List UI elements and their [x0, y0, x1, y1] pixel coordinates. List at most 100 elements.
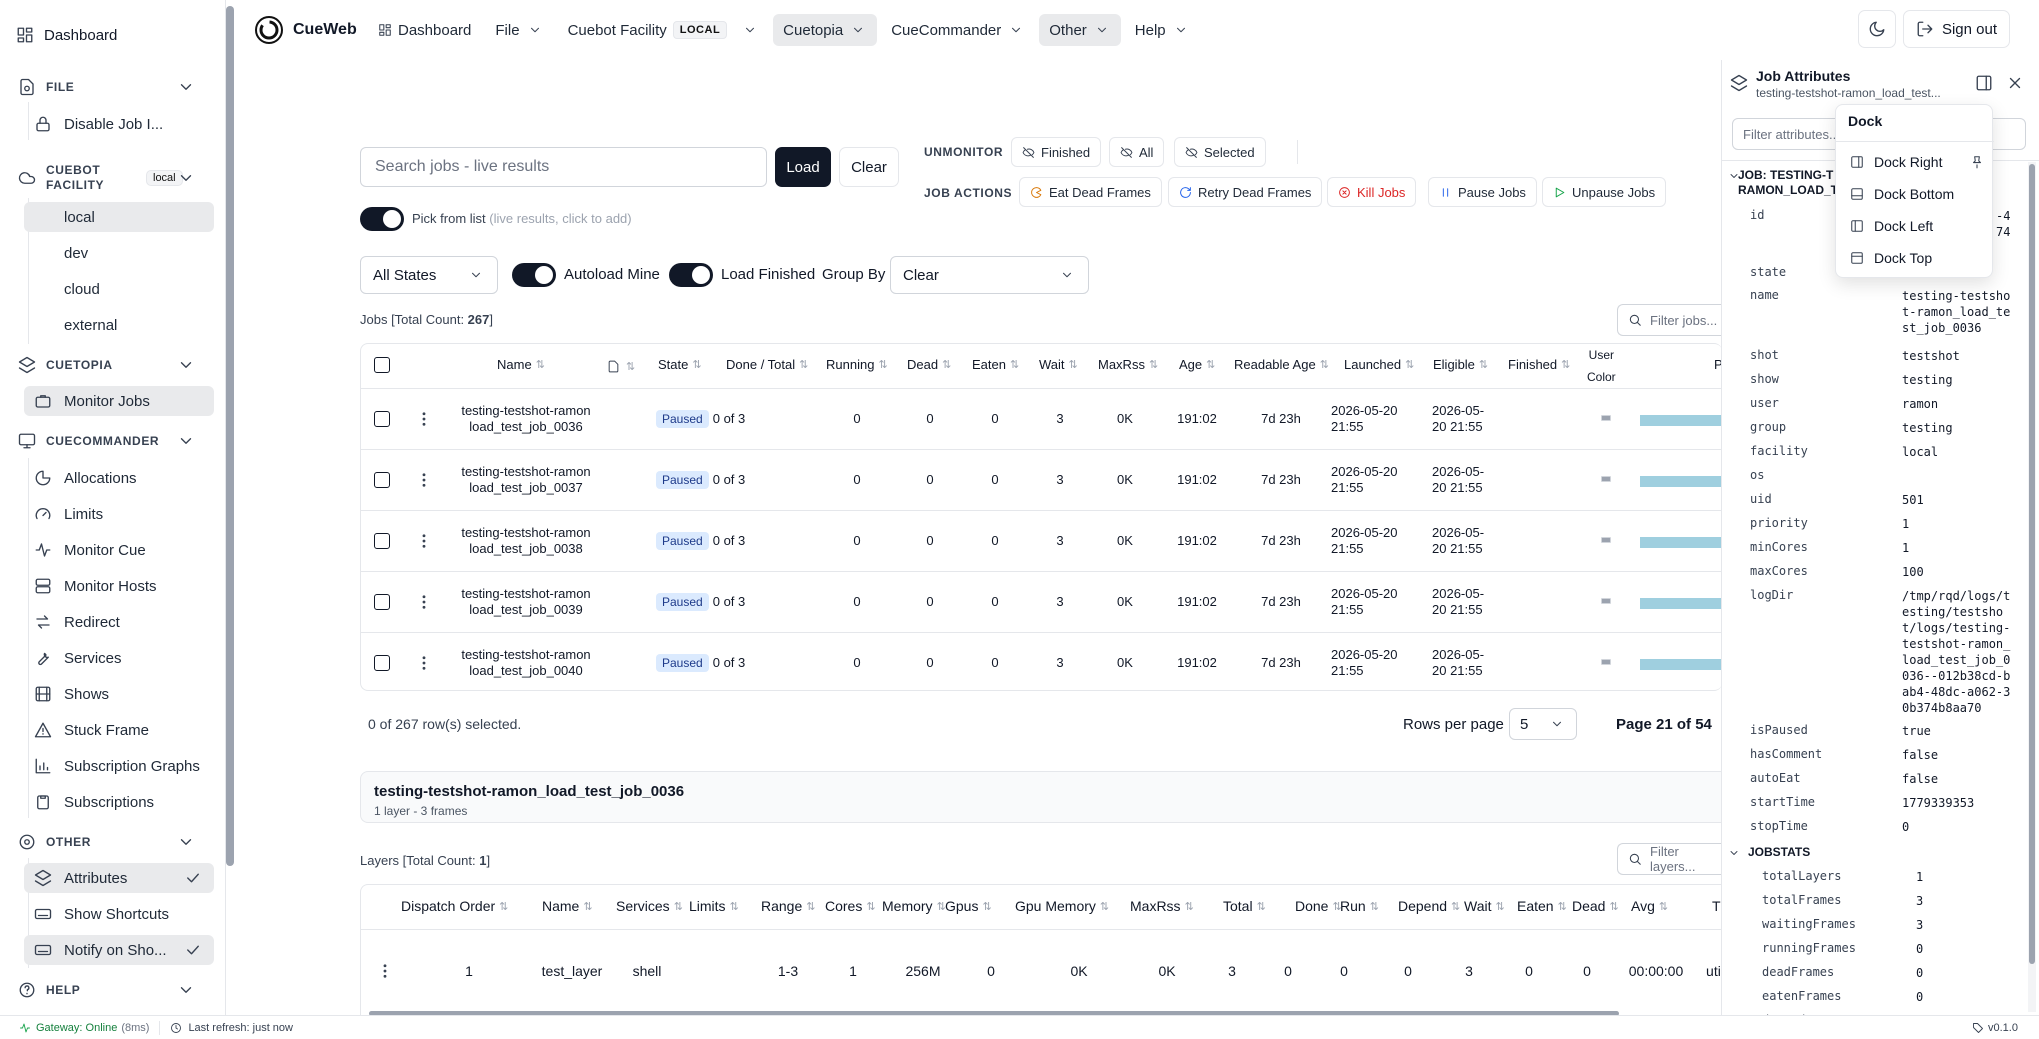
select-all-checkbox[interactable] [374, 357, 390, 373]
theme-toggle-button[interactable] [1858, 10, 1896, 48]
section-cuetopia[interactable]: CUETOPIA [18, 353, 203, 377]
load-finished-toggle[interactable] [669, 263, 713, 287]
sidebar-item-redirect[interactable]: Redirect [24, 607, 214, 637]
col-wait[interactable]: Wait ⇅ [1039, 357, 1078, 372]
unmonitor-selected-button[interactable]: Selected [1174, 137, 1266, 167]
table-row[interactable]: testing-testshot-ramon load_test_job_0040… [361, 633, 1722, 690]
layer-col-header[interactable]: Range ⇅ [761, 898, 815, 914]
col-launched[interactable]: Launched ⇅ [1344, 357, 1414, 372]
layer-col-header[interactable]: Dead ⇅ [1572, 898, 1619, 914]
layer-col-header[interactable]: Gpu Memory ⇅ [1015, 898, 1109, 914]
sidebar-item-notify[interactable]: Notify on Sho... [24, 935, 214, 965]
rows-per-page-select[interactable]: 5 [1509, 708, 1577, 740]
eat-dead-frames-button[interactable]: Eat Dead Frames [1019, 177, 1162, 207]
section-other[interactable]: OTHER [18, 830, 203, 854]
sidebar-facility-dev[interactable]: dev [24, 238, 214, 268]
nav-cuebot-facility[interactable]: Cuebot Facility LOCAL [558, 14, 770, 46]
retry-dead-frames-button[interactable]: Retry Dead Frames [1168, 177, 1323, 207]
table-row[interactable]: testing-testshot-ramon load_test_job_0039… [361, 572, 1722, 633]
col-dead[interactable]: Dead ⇅ [907, 357, 951, 372]
pick-from-list-toggle[interactable] [360, 207, 404, 231]
table-row[interactable]: testing-testshot-ramon load_test_job_0036… [361, 389, 1722, 450]
chevron-down-icon[interactable] [1728, 847, 1740, 859]
job-search-input[interactable]: Search jobs - live results [360, 147, 767, 187]
nav-help[interactable]: Help [1125, 14, 1200, 46]
section-file[interactable]: FILE [18, 75, 203, 99]
row-menu-icon[interactable] [415, 593, 433, 611]
sidebar-dashboard[interactable]: Dashboard [16, 21, 117, 49]
col-done-total[interactable]: Done / Total ⇅ [726, 357, 808, 372]
col-state[interactable]: State ⇅ [658, 357, 702, 372]
sidebar-item-shows[interactable]: Shows [24, 679, 214, 709]
layer-col-header[interactable]: Cores ⇅ [825, 898, 876, 914]
unpause-jobs-button[interactable]: Unpause Jobs [1542, 177, 1667, 207]
col-eaten[interactable]: Eaten ⇅ [972, 357, 1019, 372]
row-checkbox[interactable] [374, 533, 390, 549]
state-filter-select[interactable]: All States [360, 256, 498, 294]
sidebar-item-allocations[interactable]: Allocations [24, 463, 214, 493]
layer-col-header[interactable]: Dispatch Order ⇅ [401, 898, 508, 914]
sidebar-item-subscriptions[interactable]: Subscriptions [24, 787, 214, 817]
layer-col-header[interactable]: Avg ⇅ [1631, 898, 1668, 914]
col-readable-age[interactable]: Readable Age ⇅ [1234, 357, 1329, 372]
pause-jobs-button[interactable]: Pause Jobs [1428, 177, 1537, 207]
row-menu-icon[interactable] [376, 962, 394, 980]
col-user-color[interactable]: User Color [1587, 348, 1616, 384]
layer-col-header[interactable]: Wait ⇅ [1464, 898, 1505, 914]
row-menu-icon[interactable] [415, 471, 433, 489]
panel-scrollbar[interactable] [2029, 164, 2035, 964]
dock-bottom-item[interactable]: Dock Bottom [1842, 180, 1988, 208]
load-button[interactable]: Load [775, 147, 831, 187]
sidebar-scrollbar[interactable] [226, 6, 234, 866]
row-checkbox[interactable] [374, 472, 390, 488]
sidebar-facility-local[interactable]: local [24, 202, 214, 232]
row-checkbox[interactable] [374, 411, 390, 427]
sidebar-item-monitor-cue[interactable]: Monitor Cue [24, 535, 214, 565]
nav-other[interactable]: Other [1039, 14, 1121, 46]
filter-layers-input[interactable]: Filter layers... [1617, 843, 1721, 875]
col-name[interactable]: Name ⇅ [497, 357, 545, 372]
layer-col-header[interactable]: Memory ⇅ [882, 898, 946, 914]
col-finished[interactable]: Finished ⇅ [1508, 357, 1570, 372]
kill-jobs-button[interactable]: Kill Jobs [1327, 177, 1417, 207]
table-row[interactable]: testing-testshot-ramon load_test_job_0038… [361, 511, 1722, 572]
panel-dock-icon[interactable] [1975, 74, 1993, 92]
sidebar-item-show-shortcuts[interactable]: Show Shortcuts [24, 899, 214, 929]
sign-out-button[interactable]: Sign out [1903, 10, 2010, 48]
layer-col-header[interactable]: Run ⇅ [1340, 898, 1379, 914]
layer-col-header[interactable]: Services ⇅ [616, 898, 683, 914]
row-menu-icon[interactable] [415, 410, 433, 428]
sidebar-item-monitor-jobs[interactable]: Monitor Jobs [24, 386, 214, 416]
clear-button[interactable]: Clear [839, 147, 899, 187]
row-menu-icon[interactable] [415, 532, 433, 550]
col-eligible[interactable]: Eligible ⇅ [1433, 357, 1488, 372]
sidebar-item-limits[interactable]: Limits [24, 499, 214, 529]
layer-col-header[interactable]: Done ⇅ [1295, 898, 1342, 914]
section-cuecommander[interactable]: CUECOMMANDER [18, 429, 203, 453]
layer-col-header[interactable]: Eaten ⇅ [1517, 898, 1567, 914]
dock-right-item[interactable]: Dock Right [1842, 148, 1988, 176]
section-help[interactable]: HELP [18, 978, 203, 1002]
layer-col-header[interactable]: Total ⇅ [1223, 898, 1266, 914]
layer-col-header[interactable]: Name ⇅ [542, 898, 593, 914]
sidebar-item-disable-job[interactable]: Disable Job I... [24, 109, 214, 139]
layer-col-header[interactable]: Limits ⇅ [689, 898, 739, 914]
layer-col-header[interactable]: Gpus ⇅ [945, 898, 992, 914]
unmonitor-all-button[interactable]: All [1109, 137, 1165, 167]
col-age[interactable]: Age ⇅ [1179, 357, 1215, 372]
nav-cuetopia[interactable]: Cuetopia [773, 14, 878, 46]
col-running[interactable]: Running ⇅ [826, 357, 888, 372]
close-icon[interactable] [2006, 74, 2024, 92]
sidebar-item-subscription-graphs[interactable]: Subscription Graphs [24, 751, 214, 781]
autoload-mine-toggle[interactable] [512, 263, 556, 287]
col-maxrss[interactable]: MaxRss ⇅ [1098, 357, 1158, 372]
nav-file[interactable]: File [485, 14, 553, 46]
sidebar-item-monitor-hosts[interactable]: Monitor Hosts [24, 571, 214, 601]
row-checkbox[interactable] [374, 655, 390, 671]
dock-left-item[interactable]: Dock Left [1842, 212, 1988, 240]
nav-cuecommander[interactable]: CueCommander [881, 14, 1035, 46]
layer-col-header[interactable]: Depend ⇅ [1398, 898, 1460, 914]
sidebar-item-attributes[interactable]: Attributes [24, 863, 214, 893]
row-menu-icon[interactable] [415, 654, 433, 672]
sidebar-facility-external[interactable]: external [24, 310, 214, 340]
